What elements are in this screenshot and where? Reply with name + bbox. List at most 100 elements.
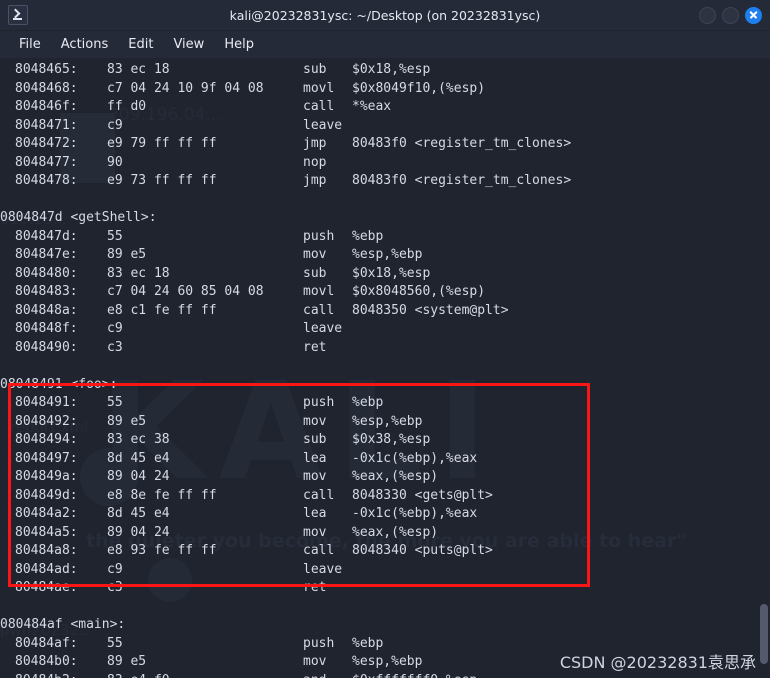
instruction-line: 8048497: 8d 45 e4 lea -0x1c(%ebp),%eax [0, 450, 571, 469]
instruction-line: 8048491: 55 push %ebp [0, 394, 571, 413]
instruction-address: 8048492: [15, 413, 78, 429]
instruction-bytes: c7 04 24 60 85 04 08 [107, 284, 264, 299]
instruction-operands: %eax,(%esp) [352, 524, 439, 540]
instruction-operands: 8048350 <system@plt> [352, 302, 509, 318]
instruction-operands: %esp,%ebp [352, 654, 423, 669]
instruction-address: 80484a8: [15, 543, 78, 558]
instruction-bytes: e8 c1 fe ff ff [107, 302, 217, 318]
instruction-operands: 80483f0 <register_tm_clones> [352, 136, 572, 151]
instruction-mnemonic: leave [303, 321, 343, 336]
instruction-operands: -0x1c(%ebp),%eax [352, 506, 478, 521]
instruction-mnemonic: sub [303, 432, 327, 447]
instruction-address: 80484ae: [15, 580, 78, 595]
instruction-operands: %esp,%ebp [352, 413, 423, 429]
instruction-mnemonic: push [303, 395, 335, 410]
instruction-line: 804848a: e8 c1 fe ff ff call 8048350 <syste… [0, 302, 571, 321]
instruction-bytes: 90 [107, 154, 123, 170]
instruction-mnemonic: lea [303, 450, 327, 466]
instruction-address: 8048491: [15, 395, 78, 410]
maximize-button[interactable] [722, 6, 739, 24]
instruction-address: 8048494: [15, 432, 78, 447]
instruction-operands: -0x1c(%ebp),%eax [352, 450, 478, 466]
instruction-operands: %esp,%ebp [352, 247, 423, 262]
function-label: 0804847d <getShell>: [0, 210, 157, 225]
instruction-address: 80484b2: [0, 672, 107, 678]
instruction-bytes: 89 e5 [107, 247, 147, 262]
menu-item-file[interactable]: File [10, 34, 50, 55]
instruction-bytes: c3 [107, 580, 123, 595]
instruction-operands: 8048330 <gets@plt> [352, 487, 493, 503]
instruction-mnemonic: nop [303, 154, 327, 170]
instruction-bytes: e9 79 ff ff ff [107, 136, 217, 151]
window-buttons [699, 6, 762, 24]
function-label-line: 08048491 <foo>: [0, 376, 571, 395]
instruction-line: 8048468: c7 04 24 10 9f 04 08 movl $0x8049f… [0, 80, 571, 99]
instruction-line: 804847e: 89 e5 mov %esp,%ebp [0, 246, 571, 265]
instruction-bytes: 83 ec 18 [107, 265, 170, 281]
instruction-mnemonic: and [303, 672, 352, 678]
terminal-window: kali@20232831ysc: ~/Desktop (on 20232831… [0, 0, 770, 678]
function-label: 080484af <main>: [0, 617, 126, 632]
instruction-line: 80484b0: 89 e5 mov %esp,%ebp [0, 653, 571, 672]
instruction-operands: %ebp [352, 395, 384, 410]
instruction-line: 80484ae: c3 ret [0, 579, 571, 598]
scrollbar-thumb[interactable] [760, 604, 768, 664]
instruction-line: 8048477: 90 nop [0, 154, 571, 173]
instruction-address: 804846f: [15, 99, 78, 114]
minimize-button[interactable] [699, 6, 716, 24]
instruction-line: 8048483: c7 04 24 60 85 04 08 movl $0x80485… [0, 283, 571, 302]
instruction-address: 80484a5: [15, 524, 78, 540]
instruction-address: 8048468: [15, 80, 78, 96]
instruction-mnemonic: call [303, 487, 335, 503]
instruction-address: 804847d: [15, 228, 78, 244]
instruction-address: 80484af: [15, 635, 78, 651]
scrollbar-track[interactable] [758, 58, 770, 678]
instruction-bytes: 55 [107, 228, 123, 244]
terminal-icon [8, 5, 28, 25]
instruction-line: 8048492: 89 e5 mov %esp,%ebp [0, 413, 571, 432]
menu-item-view[interactable]: View [164, 34, 213, 55]
instruction-address: 8048497: [15, 450, 78, 466]
instruction-mnemonic: push [303, 635, 335, 651]
instruction-mnemonic: call [303, 99, 335, 114]
instruction-line: 8048465: 83 ec 18 sub $0x18,%esp [0, 61, 571, 80]
instruction-operands: $0x8048560,(%esp) [352, 284, 486, 299]
instruction-line: 80484a5: 89 04 24 mov %eax,(%esp) [0, 524, 571, 543]
menu-item-actions[interactable]: Actions [52, 34, 118, 55]
menu-item-help[interactable]: Help [215, 34, 263, 55]
instruction-bytes: c9 [107, 117, 123, 133]
instruction-operands: $0x38,%esp [352, 432, 431, 447]
instruction-operands: $0x8049f10,(%esp) [352, 80, 486, 96]
instruction-mnemonic: leave [303, 117, 343, 133]
instruction-bytes: 8d 45 e4 [107, 450, 170, 466]
window-title: kali@20232831ysc: ~/Desktop (on 20232831… [229, 7, 541, 23]
instruction-address: 8048477: [15, 154, 78, 170]
instruction-bytes: c9 [107, 561, 123, 577]
terminal-output-area[interactable]: KALI the quieter you become, the more yo… [0, 58, 770, 678]
instruction-line: 8048490: c3 ret [0, 339, 571, 358]
instruction-bytes: 89 04 24 [107, 469, 170, 484]
instruction-bytes: c7 04 24 10 9f 04 08 [107, 80, 264, 96]
instruction-bytes: c3 [107, 339, 123, 355]
instruction-mnemonic: movl [303, 284, 335, 299]
instruction-bytes: 55 [107, 395, 123, 410]
instruction-address: 80484a2: [15, 506, 78, 521]
instruction-bytes: 83 e4 f0 [107, 672, 303, 678]
instruction-bytes: e9 73 ff ff ff [107, 173, 217, 188]
instruction-operands: $0x18,%esp [352, 62, 431, 77]
instruction-mnemonic: sub [303, 62, 327, 77]
instruction-bytes: 8d 45 e4 [107, 506, 170, 521]
instruction-line: 8048480: 83 ec 18 sub $0x18,%esp [0, 265, 571, 284]
instruction-line: 804849a: 89 04 24 mov %eax,(%esp) [0, 468, 571, 487]
close-button[interactable] [745, 6, 762, 24]
instruction-line: 8048494: 83 ec 38 sub $0x38,%esp [0, 431, 571, 450]
instruction-mnemonic: sub [303, 265, 327, 281]
instruction-address: 804848f: [15, 321, 78, 336]
menu-item-edit[interactable]: Edit [119, 34, 162, 55]
function-label-line: 0804847d <getShell>: [0, 209, 571, 228]
instruction-line: 80484a8: e8 93 fe ff ff call 8048340 <puts@… [0, 542, 571, 561]
instruction-address: 804848a: [15, 302, 78, 318]
instruction-line: 804846f: ff d0 call *%eax [0, 98, 571, 117]
